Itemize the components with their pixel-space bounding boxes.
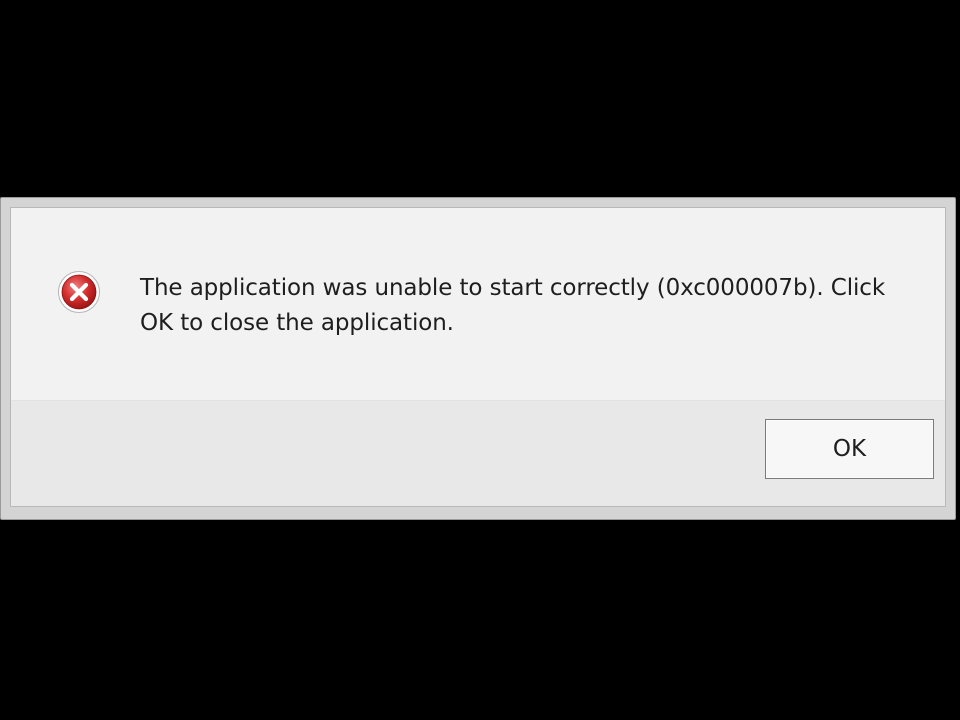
error-dialog-frame: The application was unable to start corr… xyxy=(0,197,956,520)
dialog-button-area: OK xyxy=(11,400,945,506)
screen-background: The application was unable to start corr… xyxy=(0,0,960,720)
error-dialog: The application was unable to start corr… xyxy=(10,207,946,507)
error-message: The application was unable to start corr… xyxy=(140,275,886,336)
dialog-content-area: The application was unable to start corr… xyxy=(11,208,945,400)
error-icon xyxy=(58,271,100,313)
ok-button[interactable]: OK xyxy=(765,419,934,479)
